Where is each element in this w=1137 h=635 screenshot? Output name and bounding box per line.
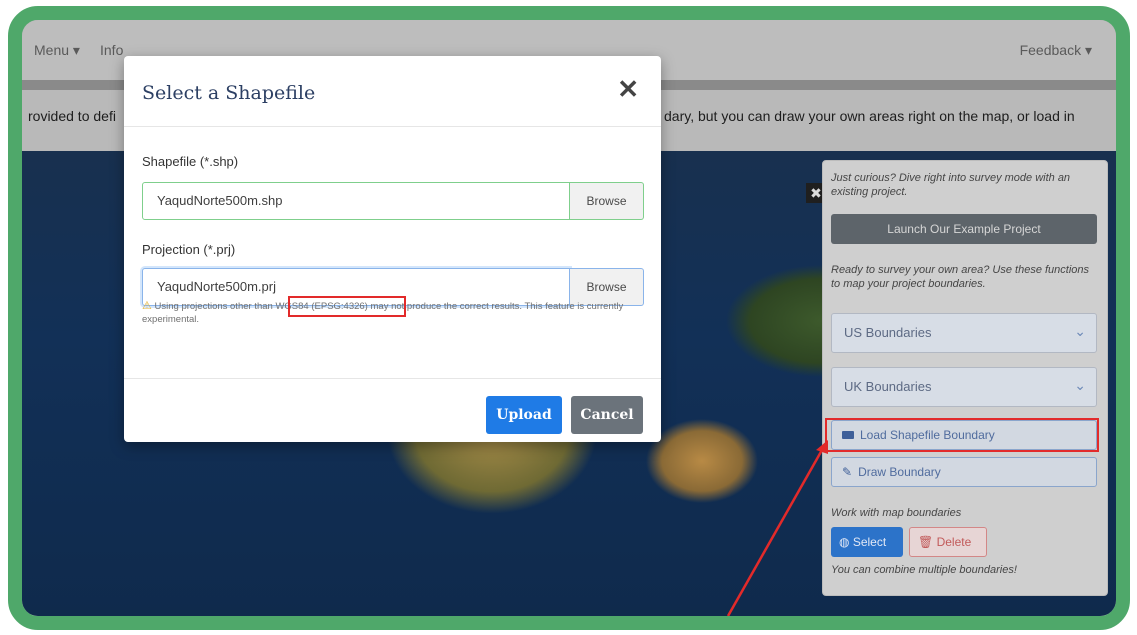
shp-input-group: YaqudNorte500m.shp Browse bbox=[142, 182, 644, 220]
shp-field-label: Shapefile (*.shp) bbox=[142, 154, 239, 169]
green-frame-border: Menu ▾ Info Feedback ▾ rovided to defi d… bbox=[8, 6, 1130, 630]
modal-footer-divider bbox=[124, 378, 661, 379]
highlight-box-wgs84 bbox=[288, 296, 406, 317]
warning-icon: ⚠ bbox=[142, 300, 152, 312]
cancel-button[interactable]: Cancel bbox=[571, 396, 643, 434]
shp-file-input[interactable]: YaqudNorte500m.shp bbox=[142, 182, 570, 220]
close-icon[interactable]: ✕ bbox=[617, 74, 639, 105]
app-window: Menu ▾ Info Feedback ▾ rovided to defi d… bbox=[22, 20, 1116, 616]
upload-button[interactable]: Upload bbox=[486, 396, 562, 434]
screenshot-frame: Menu ▾ Info Feedback ▾ rovided to defi d… bbox=[0, 0, 1137, 635]
shp-browse-button[interactable]: Browse bbox=[570, 182, 644, 220]
modal-title: Select a Shapefile bbox=[142, 82, 316, 104]
warning-prefix: Using projections other than bbox=[154, 301, 273, 312]
select-shapefile-modal: Select a Shapefile ✕ Shapefile (*.shp) Y… bbox=[124, 56, 661, 442]
prj-field-label: Projection (*.prj) bbox=[142, 242, 236, 257]
modal-header-divider bbox=[124, 126, 661, 127]
